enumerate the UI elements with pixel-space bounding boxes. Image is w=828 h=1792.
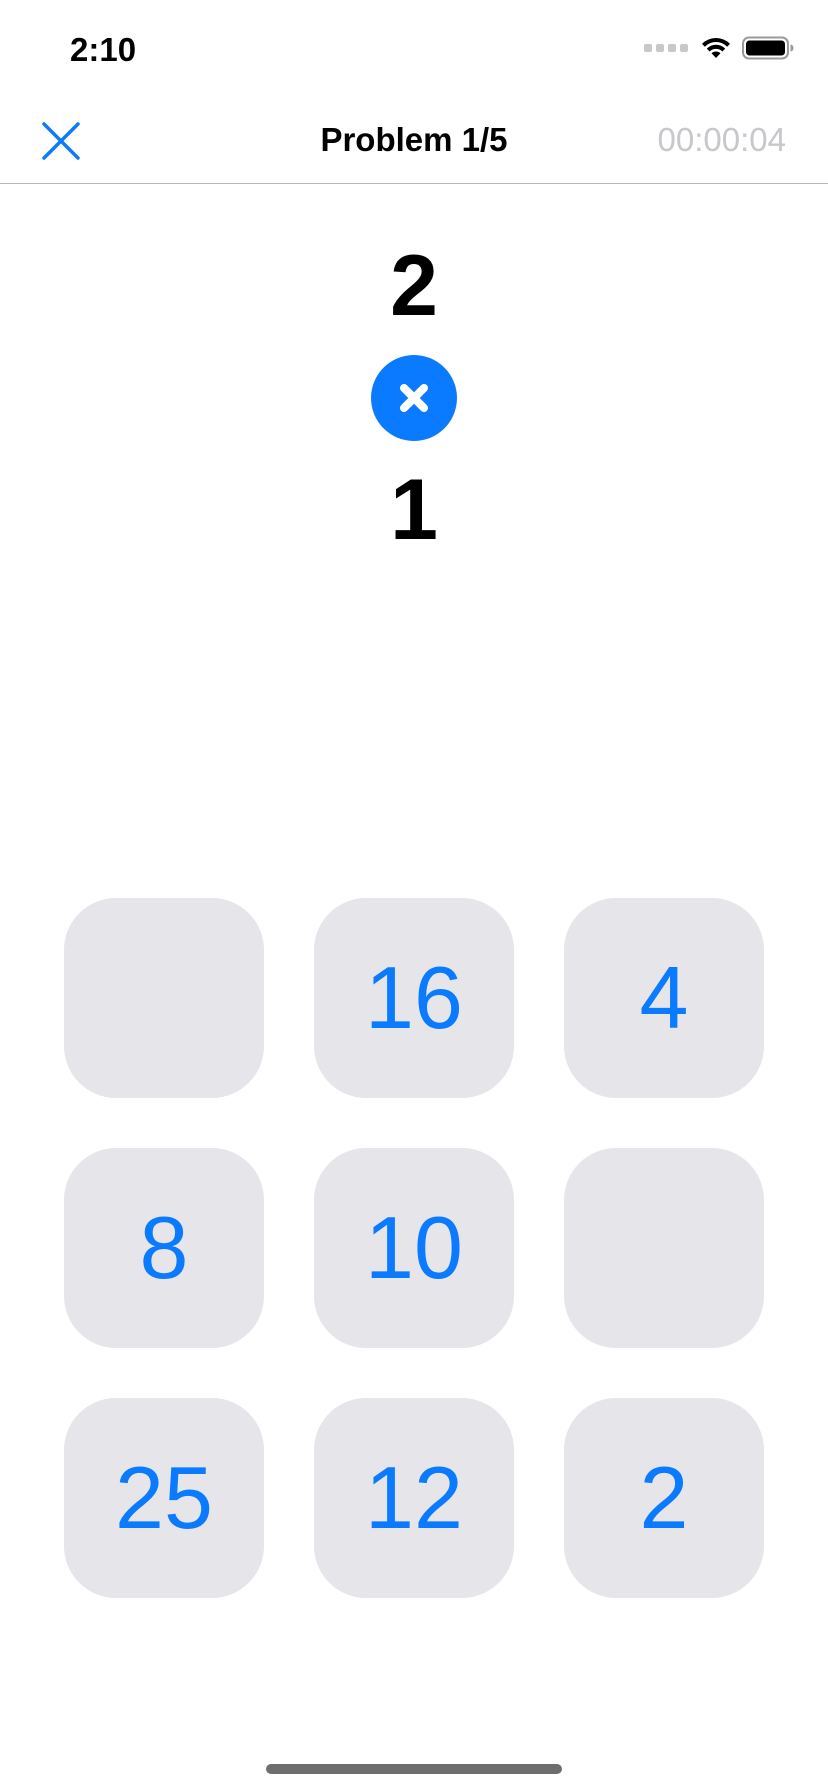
home-indicator[interactable] xyxy=(266,1764,562,1774)
answer-tile[interactable]: 10 xyxy=(314,1148,514,1348)
answer-tile[interactable]: 16 xyxy=(314,898,514,1098)
navigation-bar: Problem 1/5 00:00:04 xyxy=(0,100,828,184)
answer-tile[interactable]: 4 xyxy=(564,898,764,1098)
screen: 2:10 Problem 1/5 00:00:04 2 1 16 4 8 10 … xyxy=(0,0,828,1792)
cellular-signal-icon xyxy=(644,44,688,52)
answer-tile[interactable] xyxy=(564,1148,764,1348)
battery-icon xyxy=(742,36,794,60)
wifi-icon xyxy=(702,38,730,58)
answer-tile[interactable]: 12 xyxy=(314,1398,514,1598)
answer-tile[interactable]: 25 xyxy=(64,1398,264,1598)
answer-tile[interactable]: 2 xyxy=(564,1398,764,1598)
elapsed-timer: 00:00:04 xyxy=(657,121,786,158)
answer-tile[interactable]: 8 xyxy=(64,1148,264,1348)
multiply-icon xyxy=(371,355,457,441)
answer-tile[interactable] xyxy=(64,898,264,1098)
status-icons xyxy=(644,36,794,60)
operand-b: 1 xyxy=(390,462,438,558)
answer-grid: 16 4 8 10 25 12 2 xyxy=(64,898,764,1598)
operand-a: 2 xyxy=(390,238,438,334)
status-time: 2:10 xyxy=(70,31,137,68)
